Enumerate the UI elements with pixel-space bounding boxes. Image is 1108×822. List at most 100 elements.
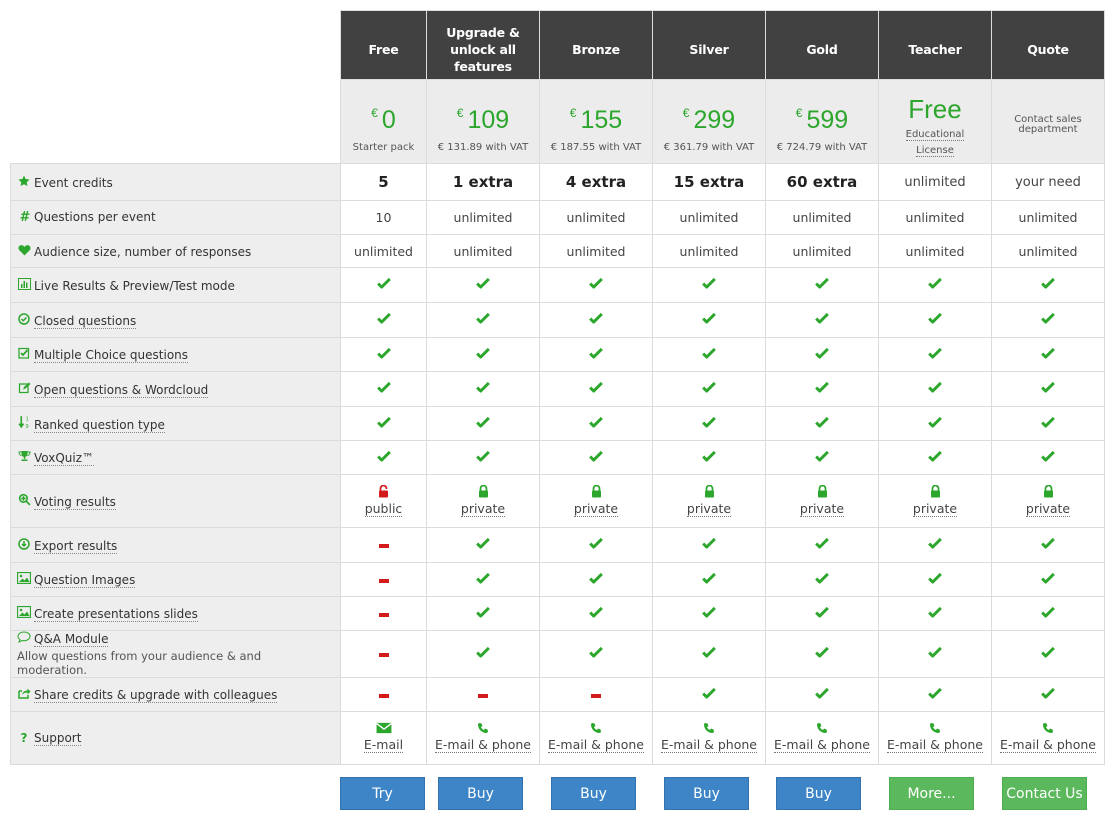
feature-value-text: unlimited bbox=[792, 210, 852, 225]
voting-results-access[interactable]: private bbox=[799, 500, 845, 517]
feature-value-silver: E-mail & phone bbox=[652, 711, 766, 765]
feature-value-quote bbox=[991, 630, 1105, 678]
feature-value-upgrade bbox=[426, 302, 540, 338]
feature-value-gold bbox=[765, 677, 879, 712]
feature-value-text: unlimited bbox=[354, 243, 413, 259]
educational-license-link-line1[interactable]: Educational bbox=[905, 129, 965, 141]
check-icon bbox=[476, 347, 490, 363]
feature-value-teacher: unlimited bbox=[878, 200, 992, 235]
more-teacher-button[interactable]: More... bbox=[889, 777, 974, 810]
feature-value-text: unlimited bbox=[1018, 210, 1078, 225]
price-free: €0 Starter pack bbox=[340, 79, 427, 164]
feature-value-gold bbox=[765, 406, 879, 441]
buy-bronze-button[interactable]: Buy bbox=[551, 777, 636, 810]
buy-upgrade-button[interactable]: Buy bbox=[438, 777, 523, 810]
check-icon bbox=[702, 537, 716, 553]
feature-row: Open questions & Wordcloud bbox=[10, 371, 1105, 407]
check-square-icon bbox=[17, 347, 31, 362]
feature-value-teacher: unlimited bbox=[878, 163, 992, 201]
feature-value-teacher bbox=[878, 677, 992, 712]
feature-row: Voting results public private private privat… bbox=[10, 474, 1105, 528]
heart-icon bbox=[17, 244, 31, 259]
feature-label[interactable]: Ranked question type bbox=[34, 418, 165, 433]
voting-results-access[interactable]: private bbox=[573, 500, 619, 517]
support-channel[interactable]: E-mail bbox=[363, 737, 404, 753]
feature-value-text: 15 extra bbox=[673, 173, 745, 191]
feature-value-teacher bbox=[878, 371, 992, 407]
price-amount: 109 bbox=[467, 105, 510, 134]
feature-label-cell: Q&A Module Allow questions from your audi… bbox=[10, 630, 341, 678]
buy-gold-button[interactable]: Buy bbox=[776, 777, 861, 810]
feature-label[interactable]: Export results bbox=[34, 538, 118, 554]
check-icon bbox=[1041, 687, 1055, 703]
feature-label-cell: Live Results & Preview/Test mode bbox=[10, 267, 341, 303]
feature-label[interactable]: Open questions & Wordcloud bbox=[34, 382, 209, 398]
feature-value-teacher bbox=[878, 630, 992, 678]
feature-label[interactable]: Multiple Choice questions bbox=[34, 348, 189, 363]
feature-value-gold bbox=[765, 527, 879, 563]
feature-description: Allow questions from your audience & and… bbox=[17, 649, 262, 677]
support-channel[interactable]: E-mail & phone bbox=[547, 737, 644, 753]
feature-value-bronze bbox=[539, 527, 653, 563]
support-channel[interactable]: E-mail & phone bbox=[434, 737, 531, 753]
feature-label[interactable]: Q&A Module bbox=[34, 632, 109, 647]
feature-row: 1 9 Ranked question type bbox=[10, 406, 1105, 441]
feature-label[interactable]: Closed questions bbox=[34, 313, 137, 329]
plan-name-teacher: Teacher bbox=[878, 10, 992, 80]
check-icon bbox=[815, 646, 829, 662]
feature-label-cell: Voting results bbox=[10, 474, 341, 528]
feature-value-upgrade bbox=[426, 267, 540, 303]
feature-value-gold bbox=[765, 440, 879, 475]
educational-license-link-line2[interactable]: License bbox=[916, 145, 954, 157]
feature-label[interactable]: Create presentations slides bbox=[34, 607, 198, 622]
feature-value-teacher bbox=[878, 302, 992, 338]
check-icon bbox=[476, 312, 490, 328]
feature-value-free bbox=[340, 302, 427, 338]
feature-label-cell: Create presentations slides bbox=[10, 596, 341, 631]
try-button[interactable]: Try bbox=[340, 777, 425, 810]
check-icon bbox=[815, 347, 829, 363]
voting-results-access[interactable]: private bbox=[1025, 500, 1071, 517]
contact-us-button[interactable]: Contact Us bbox=[1002, 777, 1087, 810]
feature-value-bronze: private bbox=[539, 474, 653, 528]
check-icon bbox=[702, 687, 716, 703]
check-icon bbox=[476, 606, 490, 622]
feature-value-text: unlimited bbox=[566, 243, 626, 259]
currency-symbol: € bbox=[682, 105, 690, 120]
feature-value-gold: 60 extra bbox=[765, 163, 879, 201]
voting-results-access[interactable]: private bbox=[912, 500, 958, 517]
price-free-label: Free bbox=[908, 94, 962, 124]
feature-label[interactable]: VoxQuiz™ bbox=[34, 451, 95, 466]
support-channel[interactable]: E-mail & phone bbox=[999, 737, 1096, 753]
voting-results-access[interactable]: public bbox=[364, 500, 403, 517]
not-included-icon bbox=[378, 693, 389, 698]
feature-value-quote bbox=[991, 302, 1105, 338]
feature-label[interactable]: Share credits & upgrade with colleagues bbox=[34, 688, 278, 703]
feature-label[interactable]: Voting results bbox=[34, 495, 116, 510]
buy-silver-button[interactable]: Buy bbox=[664, 777, 749, 810]
feature-value-silver bbox=[652, 371, 766, 407]
feature-value-silver bbox=[652, 302, 766, 338]
feature-value-text: unlimited bbox=[904, 174, 966, 190]
feature-value-quote bbox=[991, 440, 1105, 475]
check-icon bbox=[589, 646, 603, 662]
check-icon bbox=[376, 312, 391, 328]
voting-results-access[interactable]: private bbox=[686, 500, 732, 517]
check-icon bbox=[376, 450, 391, 466]
feature-value-free bbox=[340, 371, 427, 407]
voting-results-access[interactable]: private bbox=[460, 500, 506, 517]
feature-value-teacher bbox=[878, 406, 992, 441]
support-channel[interactable]: E-mail & phone bbox=[773, 737, 870, 753]
image-icon bbox=[16, 605, 32, 621]
feature-label[interactable]: Support bbox=[34, 731, 82, 746]
svg-text:1: 1 bbox=[25, 416, 28, 422]
price-bronze: €155 € 187.55 with VAT bbox=[539, 79, 653, 164]
support-channel[interactable]: E-mail & phone bbox=[660, 737, 757, 753]
support-channel[interactable]: E-mail & phone bbox=[886, 737, 983, 753]
feature-value-text: unlimited bbox=[679, 210, 739, 225]
feature-label[interactable]: Question Images bbox=[34, 573, 136, 588]
feature-row: Export results bbox=[10, 527, 1105, 563]
feature-value-teacher bbox=[878, 267, 992, 303]
check-icon bbox=[928, 537, 942, 553]
feature-value-silver bbox=[652, 267, 766, 303]
